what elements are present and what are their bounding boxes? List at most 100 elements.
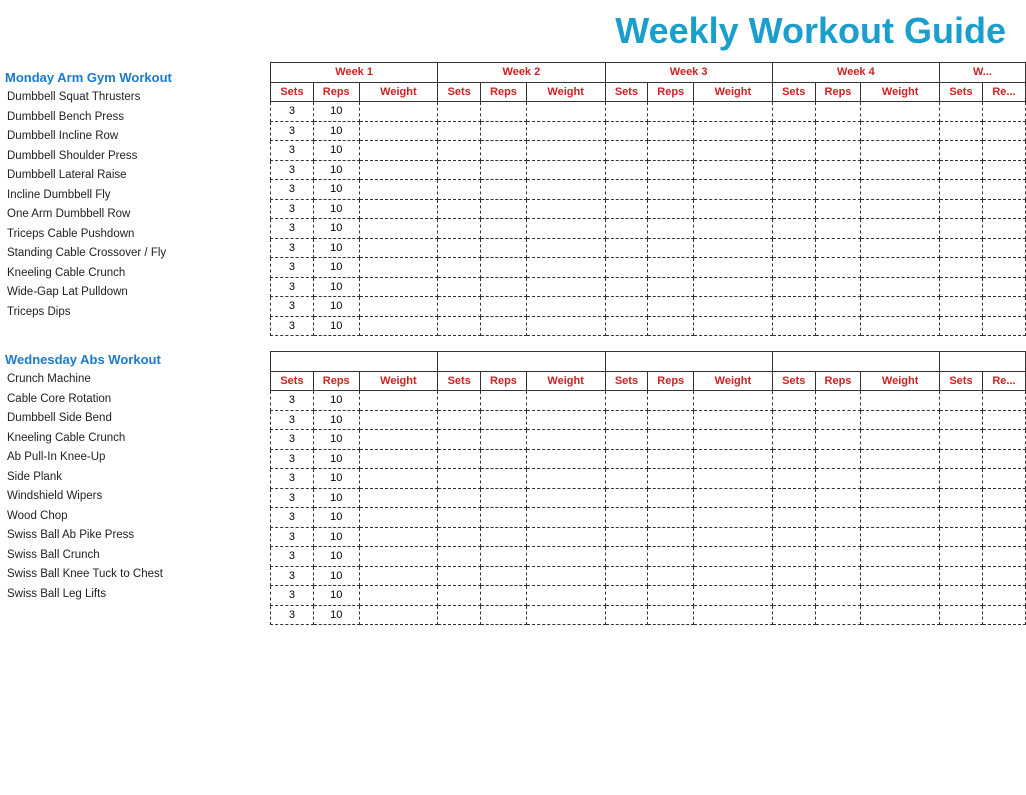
sets-cell-5[interactable] [940, 121, 983, 141]
reps-cell[interactable] [648, 238, 694, 258]
weight-cell[interactable] [694, 141, 773, 161]
sets-cell-5[interactable] [940, 469, 983, 489]
weight-cell[interactable] [694, 586, 773, 606]
reps-cell-5[interactable] [982, 430, 1025, 450]
sets-cell[interactable] [772, 391, 815, 411]
weight-cell[interactable] [861, 508, 940, 528]
sets-cell[interactable]: 3 [271, 258, 314, 278]
sets-cell[interactable] [772, 102, 815, 122]
sets-cell[interactable] [438, 488, 481, 508]
sets-cell[interactable] [438, 316, 481, 336]
sets-cell-5[interactable] [940, 430, 983, 450]
sets-cell-5[interactable] [940, 316, 983, 336]
reps-cell[interactable] [648, 199, 694, 219]
weight-cell[interactable] [359, 449, 438, 469]
reps-cell[interactable] [481, 527, 527, 547]
sets-cell[interactable] [772, 297, 815, 317]
sets-cell[interactable]: 3 [271, 180, 314, 200]
weight-cell[interactable] [526, 199, 605, 219]
sets-cell[interactable] [605, 219, 648, 239]
sets-cell[interactable]: 3 [271, 410, 314, 430]
weight-cell[interactable] [359, 238, 438, 258]
reps-cell[interactable] [481, 141, 527, 161]
reps-cell[interactable] [481, 430, 527, 450]
sets-cell[interactable] [772, 605, 815, 625]
reps-cell[interactable] [648, 258, 694, 278]
weight-cell[interactable] [694, 391, 773, 411]
sets-cell[interactable] [438, 238, 481, 258]
reps-cell[interactable] [815, 527, 861, 547]
reps-cell[interactable]: 10 [313, 605, 359, 625]
sets-cell[interactable] [772, 180, 815, 200]
weight-cell[interactable] [694, 566, 773, 586]
sets-cell[interactable] [605, 586, 648, 606]
reps-cell-5[interactable] [982, 449, 1025, 469]
weight-cell[interactable] [526, 527, 605, 547]
sets-cell-5[interactable] [940, 547, 983, 567]
sets-cell[interactable] [772, 141, 815, 161]
weight-cell[interactable] [526, 508, 605, 528]
weight-cell[interactable] [861, 160, 940, 180]
reps-cell[interactable] [815, 121, 861, 141]
reps-cell[interactable] [815, 102, 861, 122]
reps-cell[interactable]: 10 [313, 586, 359, 606]
reps-cell[interactable] [481, 469, 527, 489]
reps-cell[interactable] [815, 430, 861, 450]
sets-cell[interactable] [605, 449, 648, 469]
sets-cell[interactable]: 3 [271, 277, 314, 297]
reps-cell[interactable] [815, 199, 861, 219]
reps-cell[interactable] [648, 180, 694, 200]
sets-cell[interactable] [605, 469, 648, 489]
weight-cell[interactable] [694, 410, 773, 430]
weight-cell[interactable] [694, 219, 773, 239]
reps-cell[interactable]: 10 [313, 258, 359, 278]
weight-cell[interactable] [526, 469, 605, 489]
reps-cell[interactable] [648, 527, 694, 547]
sets-cell[interactable] [438, 141, 481, 161]
weight-cell[interactable] [359, 508, 438, 528]
sets-cell[interactable]: 3 [271, 547, 314, 567]
reps-cell-5[interactable] [982, 180, 1025, 200]
reps-cell[interactable]: 10 [313, 316, 359, 336]
weight-cell[interactable] [694, 121, 773, 141]
reps-cell-5[interactable] [982, 547, 1025, 567]
weight-cell[interactable] [359, 527, 438, 547]
reps-cell-5[interactable] [982, 160, 1025, 180]
reps-cell[interactable] [648, 102, 694, 122]
reps-cell[interactable] [481, 449, 527, 469]
weight-cell[interactable] [861, 488, 940, 508]
reps-cell-5[interactable] [982, 469, 1025, 489]
sets-cell[interactable] [605, 199, 648, 219]
reps-cell[interactable] [648, 410, 694, 430]
reps-cell[interactable]: 10 [313, 449, 359, 469]
sets-cell[interactable] [605, 160, 648, 180]
reps-cell[interactable] [481, 547, 527, 567]
sets-cell[interactable] [438, 469, 481, 489]
reps-cell[interactable]: 10 [313, 430, 359, 450]
weight-cell[interactable] [359, 102, 438, 122]
sets-cell[interactable] [438, 430, 481, 450]
reps-cell[interactable] [815, 238, 861, 258]
weight-cell[interactable] [861, 566, 940, 586]
weight-cell[interactable] [694, 508, 773, 528]
sets-cell[interactable] [772, 410, 815, 430]
reps-cell[interactable]: 10 [313, 469, 359, 489]
sets-cell[interactable]: 3 [271, 316, 314, 336]
reps-cell[interactable]: 10 [313, 527, 359, 547]
reps-cell[interactable] [481, 277, 527, 297]
sets-cell[interactable]: 3 [271, 605, 314, 625]
sets-cell[interactable] [605, 141, 648, 161]
sets-cell[interactable] [605, 258, 648, 278]
sets-cell[interactable] [605, 430, 648, 450]
weight-cell[interactable] [694, 316, 773, 336]
weight-cell[interactable] [861, 219, 940, 239]
weight-cell[interactable] [359, 297, 438, 317]
weight-cell[interactable] [359, 547, 438, 567]
weight-cell[interactable] [359, 316, 438, 336]
sets-cell[interactable] [438, 527, 481, 547]
sets-cell[interactable] [438, 219, 481, 239]
sets-cell[interactable] [605, 527, 648, 547]
weight-cell[interactable] [694, 449, 773, 469]
weight-cell[interactable] [359, 605, 438, 625]
sets-cell[interactable] [772, 508, 815, 528]
